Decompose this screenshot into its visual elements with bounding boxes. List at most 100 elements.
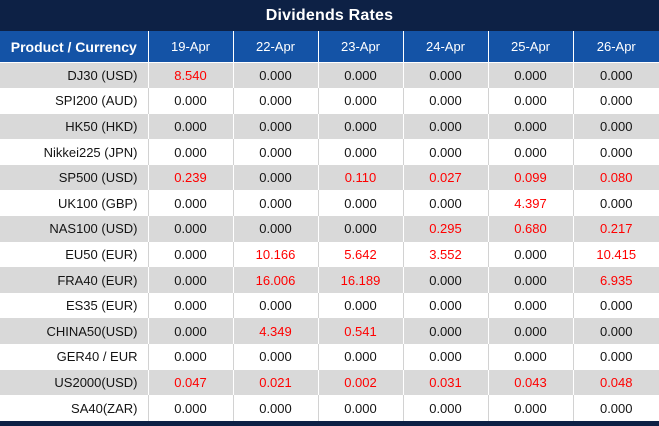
product-cell: GER40 / EUR [0, 344, 148, 370]
value-cell: 0.000 [148, 293, 233, 319]
value-cell: 0.295 [403, 216, 488, 242]
date-column-header: 23-Apr [318, 31, 403, 63]
value-cell: 0.027 [403, 165, 488, 191]
value-cell: 0.000 [573, 395, 659, 421]
value-cell: 0.048 [573, 370, 659, 396]
value-cell: 16.189 [318, 267, 403, 293]
value-cell: 0.000 [488, 63, 573, 89]
product-cell: SP500 (USD) [0, 165, 148, 191]
value-cell: 0.000 [573, 318, 659, 344]
value-cell: 0.000 [318, 216, 403, 242]
value-cell: 0.541 [318, 318, 403, 344]
value-cell: 0.000 [488, 395, 573, 421]
value-cell: 0.000 [148, 318, 233, 344]
value-cell: 0.000 [403, 395, 488, 421]
value-cell: 0.000 [488, 88, 573, 114]
value-cell: 0.000 [403, 114, 488, 140]
value-cell: 0.000 [403, 344, 488, 370]
footer-bar [0, 421, 659, 426]
table-row: UK100 (GBP)0.0000.0000.0000.0004.3970.00… [0, 190, 659, 216]
value-cell: 0.000 [233, 63, 318, 89]
value-cell: 0.000 [148, 395, 233, 421]
value-cell: 0.000 [233, 216, 318, 242]
product-cell: ES35 (EUR) [0, 293, 148, 319]
product-cell: NAS100 (USD) [0, 216, 148, 242]
value-cell: 0.000 [148, 88, 233, 114]
value-cell: 0.000 [148, 267, 233, 293]
value-cell: 0.021 [233, 370, 318, 396]
value-cell: 0.000 [148, 139, 233, 165]
table-row: CHINA50(USD)0.0004.3490.5410.0000.0000.0… [0, 318, 659, 344]
value-cell: 0.000 [318, 139, 403, 165]
value-cell: 0.000 [403, 318, 488, 344]
value-cell: 0.047 [148, 370, 233, 396]
value-cell: 3.552 [403, 242, 488, 268]
value-cell: 0.000 [233, 293, 318, 319]
dividends-table: Product / Currency19-Apr22-Apr23-Apr24-A… [0, 31, 659, 421]
value-cell: 0.000 [488, 293, 573, 319]
value-cell: 0.000 [488, 267, 573, 293]
date-column-header: 26-Apr [573, 31, 659, 63]
value-cell: 8.540 [148, 63, 233, 89]
value-cell: 0.000 [488, 242, 573, 268]
value-cell: 0.000 [318, 395, 403, 421]
product-cell: Nikkei225 (JPN) [0, 139, 148, 165]
value-cell: 0.000 [233, 88, 318, 114]
value-cell: 4.349 [233, 318, 318, 344]
value-cell: 0.000 [148, 242, 233, 268]
value-cell: 0.000 [573, 88, 659, 114]
value-cell: 0.000 [318, 190, 403, 216]
value-cell: 0.000 [148, 114, 233, 140]
title-bar: Dividends Rates [0, 0, 659, 31]
value-cell: 0.000 [233, 190, 318, 216]
product-currency-header: Product / Currency [0, 31, 148, 63]
value-cell: 0.000 [148, 190, 233, 216]
product-cell: DJ30 (USD) [0, 63, 148, 89]
value-cell: 0.000 [148, 216, 233, 242]
value-cell: 6.935 [573, 267, 659, 293]
value-cell: 0.000 [488, 114, 573, 140]
value-cell: 5.642 [318, 242, 403, 268]
value-cell: 0.000 [403, 88, 488, 114]
value-cell: 0.000 [573, 63, 659, 89]
product-cell: FRA40 (EUR) [0, 267, 148, 293]
value-cell: 0.099 [488, 165, 573, 191]
value-cell: 4.397 [488, 190, 573, 216]
page-title: Dividends Rates [266, 7, 393, 25]
value-cell: 0.110 [318, 165, 403, 191]
value-cell: 16.006 [233, 267, 318, 293]
value-cell: 0.680 [488, 216, 573, 242]
product-cell: HK50 (HKD) [0, 114, 148, 140]
value-cell: 0.000 [318, 344, 403, 370]
value-cell: 0.000 [233, 139, 318, 165]
value-cell: 0.002 [318, 370, 403, 396]
table-row: GER40 / EUR0.0000.0000.0000.0000.0000.00… [0, 344, 659, 370]
value-cell: 0.000 [573, 114, 659, 140]
value-cell: 0.000 [318, 88, 403, 114]
table-row: SA40(ZAR)0.0000.0000.0000.0000.0000.000 [0, 395, 659, 421]
table-row: SP500 (USD)0.2390.0000.1100.0270.0990.08… [0, 165, 659, 191]
value-cell: 0.031 [403, 370, 488, 396]
value-cell: 0.000 [403, 293, 488, 319]
value-cell: 0.000 [573, 190, 659, 216]
value-cell: 0.000 [233, 344, 318, 370]
value-cell: 0.239 [148, 165, 233, 191]
table-row: DJ30 (USD)8.5400.0000.0000.0000.0000.000 [0, 63, 659, 89]
date-column-header: 24-Apr [403, 31, 488, 63]
value-cell: 0.000 [573, 293, 659, 319]
table-row: FRA40 (EUR)0.00016.00616.1890.0000.0006.… [0, 267, 659, 293]
table-row: EU50 (EUR)0.00010.1665.6423.5520.00010.4… [0, 242, 659, 268]
value-cell: 0.000 [233, 114, 318, 140]
value-cell: 0.000 [318, 114, 403, 140]
value-cell: 0.000 [148, 344, 233, 370]
product-cell: UK100 (GBP) [0, 190, 148, 216]
product-cell: SA40(ZAR) [0, 395, 148, 421]
value-cell: 0.000 [403, 190, 488, 216]
date-column-header: 19-Apr [148, 31, 233, 63]
header-row: Product / Currency19-Apr22-Apr23-Apr24-A… [0, 31, 659, 63]
product-cell: CHINA50(USD) [0, 318, 148, 344]
value-cell: 0.080 [573, 165, 659, 191]
table-body: DJ30 (USD)8.5400.0000.0000.0000.0000.000… [0, 63, 659, 421]
value-cell: 0.217 [573, 216, 659, 242]
table-row: US2000(USD)0.0470.0210.0020.0310.0430.04… [0, 370, 659, 396]
